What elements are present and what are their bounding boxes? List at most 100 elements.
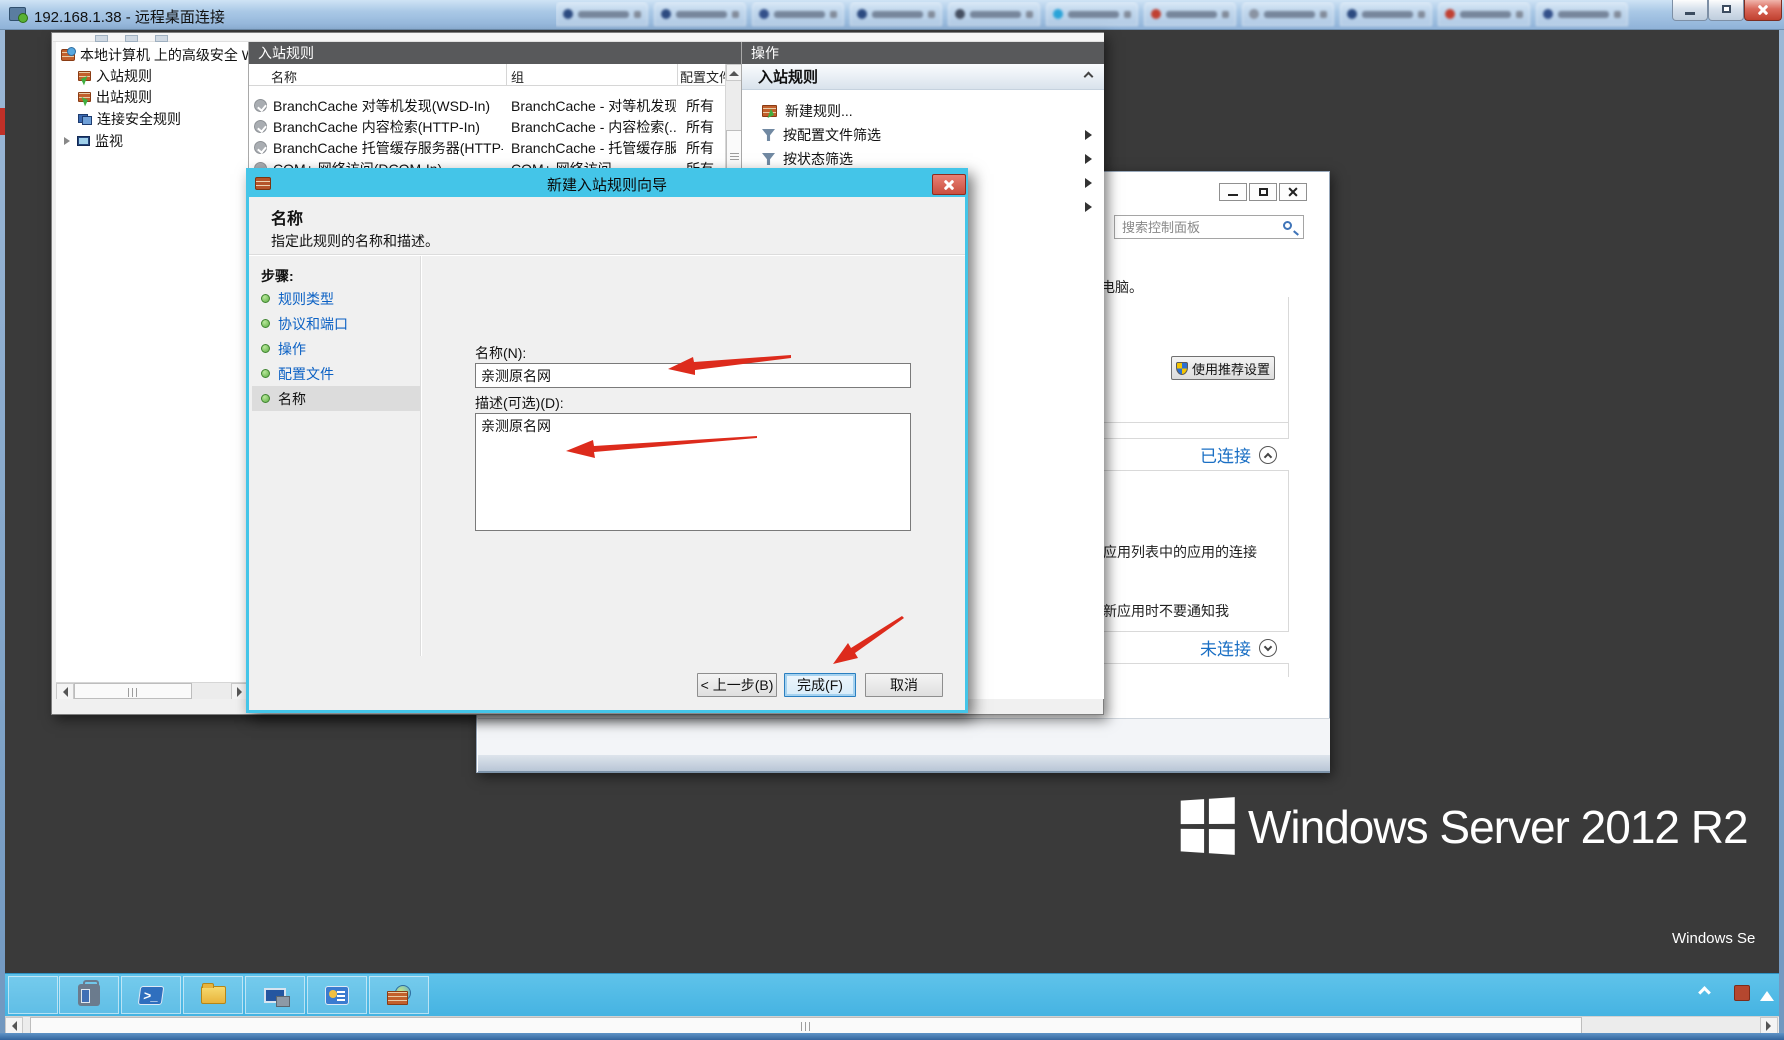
scroll-left-button[interactable] xyxy=(56,683,74,699)
tree-root-label: 本地计算机 上的高级安全 Win xyxy=(80,45,249,65)
tree-item-inbound-rules[interactable]: 入站规则 xyxy=(78,66,249,86)
tree-item-monitoring[interactable]: 监视 xyxy=(64,131,249,151)
host-right-border xyxy=(1779,30,1784,1040)
browser-tab-blurred[interactable] xyxy=(1340,2,1432,26)
browser-tab-blurred[interactable] xyxy=(752,2,844,26)
tree-item-label: 连接安全规则 xyxy=(97,109,181,129)
host-maximize-button[interactable] xyxy=(1708,0,1744,21)
browser-tab-blurred[interactable] xyxy=(1046,2,1138,26)
expander-icon[interactable] xyxy=(64,137,74,145)
action-new-rule[interactable]: 新建规则... xyxy=(742,99,1104,123)
rule-row[interactable]: BranchCache 托管缓存服务器(HTTP-In) BranchCache… xyxy=(249,137,725,158)
taskbar-firewall-console[interactable] xyxy=(369,976,429,1014)
cpl-maximize-button[interactable] xyxy=(1249,183,1277,201)
host-minimize-button[interactable] xyxy=(1672,0,1708,21)
step-bullet-icon xyxy=(261,294,270,303)
taskbar-server-manager[interactable] xyxy=(59,976,119,1014)
column-name[interactable]: 名称 xyxy=(271,67,297,86)
scrollbar-thumb[interactable] xyxy=(30,1017,1582,1034)
back-button[interactable]: < 上一步(B) xyxy=(697,673,777,697)
browser-tab-blurred[interactable] xyxy=(948,2,1040,26)
wizard-close-button[interactable] xyxy=(932,174,966,195)
action-label: 新建规则... xyxy=(785,101,853,121)
server-manager-icon xyxy=(78,984,100,1006)
rule-row[interactable]: BranchCache 内容检索(HTTP-In) BranchCache - … xyxy=(249,116,725,137)
start-button[interactable] xyxy=(8,976,58,1014)
taskbar-control-panel[interactable] xyxy=(307,976,367,1014)
scroll-up-button[interactable] xyxy=(726,64,742,81)
tree-hscrollbar[interactable] xyxy=(56,682,249,699)
new-rule-icon xyxy=(762,105,777,117)
host-close-button[interactable] xyxy=(1744,0,1782,21)
submenu-arrow-icon xyxy=(1085,178,1097,188)
submenu-arrow-icon xyxy=(1085,130,1097,140)
submenu-arrow-icon xyxy=(1085,154,1097,164)
browser-tab-blurred[interactable] xyxy=(1438,2,1530,26)
control-panel-search-input[interactable] xyxy=(1114,215,1304,239)
cpl-close-button[interactable] xyxy=(1279,183,1307,201)
toolbar-icon[interactable] xyxy=(95,35,108,42)
action-filter-by-profile[interactable]: 按配置文件筛选 xyxy=(742,123,1104,147)
scroll-right-button[interactable] xyxy=(1760,1017,1778,1034)
step-label: 名称 xyxy=(278,389,306,409)
expand-chevron-icon[interactable] xyxy=(1259,639,1277,657)
step-name-current[interactable]: 名称 xyxy=(252,386,420,411)
step-protocol-ports[interactable]: 协议和端口 xyxy=(252,311,420,336)
action-label: 按状态筛选 xyxy=(783,149,853,169)
desktop-watermark: Windows Se xyxy=(1672,930,1755,947)
finish-button[interactable]: 完成(F) xyxy=(784,673,856,697)
browser-tab-blurred[interactable] xyxy=(654,2,746,26)
rule-name: BranchCache 内容检索(HTTP-In) xyxy=(273,117,503,137)
new-inbound-rule-wizard: 新建入站规则向导 名称 指定此规则的名称和描述。 步骤: 规则类型 协议和端口 … xyxy=(246,168,968,713)
scroll-left-button[interactable] xyxy=(5,1017,23,1034)
wizard-title: 新建入站规则向导 xyxy=(547,174,667,195)
cpl-divider xyxy=(1288,297,1289,677)
tray-up-arrow-icon[interactable] xyxy=(1760,984,1774,1001)
host-hscrollbar[interactable] xyxy=(5,1016,1779,1033)
taskbar-file-explorer[interactable] xyxy=(183,976,243,1014)
column-group[interactable]: 组 xyxy=(511,67,524,86)
inbound-rules-icon xyxy=(78,71,91,81)
search-icon[interactable] xyxy=(1283,221,1292,230)
toolbar-icon[interactable] xyxy=(155,35,168,42)
browser-tab-blurred[interactable] xyxy=(1144,2,1236,26)
tree-root-node[interactable]: 本地计算机 上的高级安全 Win xyxy=(61,45,249,65)
submenu-arrow-icon xyxy=(1085,202,1097,212)
taskbar-powershell[interactable]: >_ xyxy=(121,976,181,1014)
collapse-chevron-icon[interactable] xyxy=(1259,446,1277,464)
host-left-border xyxy=(0,30,5,1040)
host-window-title: 192.168.1.38 - 远程桌面连接 xyxy=(34,6,225,27)
browser-tab-blurred[interactable] xyxy=(1536,2,1628,26)
taskbar-computer-tools[interactable] xyxy=(245,976,305,1014)
cpl-minimize-button[interactable] xyxy=(1219,183,1247,201)
rule-group: BranchCache - 对等机发现... xyxy=(511,96,676,116)
step-bullet-icon xyxy=(261,344,270,353)
tree-item-connection-security[interactable]: 连接安全规则 xyxy=(78,109,249,129)
scrollbar-thumb[interactable] xyxy=(74,683,192,699)
rule-group: BranchCache - 内容检索(... xyxy=(511,117,676,137)
step-profile[interactable]: 配置文件 xyxy=(252,361,420,386)
rule-row[interactable]: BranchCache 对等机发现(WSD-In) BranchCache - … xyxy=(249,95,725,116)
tray-notification-icon[interactable] xyxy=(1734,985,1750,1001)
browser-tab-blurred[interactable] xyxy=(556,2,648,26)
toolbar-icon[interactable] xyxy=(125,35,138,42)
outbound-rules-icon xyxy=(78,92,91,102)
column-separator[interactable] xyxy=(677,64,678,86)
step-label: 协议和端口 xyxy=(278,314,348,334)
use-recommended-settings-button[interactable]: 使用推荐设置 xyxy=(1171,356,1275,380)
column-separator[interactable] xyxy=(506,64,507,86)
server-branding-text: Windows Server 2012 R2 xyxy=(1248,800,1748,854)
browser-tab-blurred[interactable] xyxy=(1242,2,1334,26)
step-action[interactable]: 操作 xyxy=(252,336,420,361)
actions-section-inbound-rules[interactable]: 入站规则 xyxy=(742,64,1104,90)
tree-item-outbound-rules[interactable]: 出站规则 xyxy=(78,87,249,107)
cancel-button[interactable]: 取消 xyxy=(865,673,943,697)
browser-tab-blurred[interactable] xyxy=(850,2,942,26)
collapse-chevron-icon[interactable] xyxy=(1084,72,1094,82)
action-label: 按配置文件筛选 xyxy=(783,125,881,145)
rule-name-input[interactable] xyxy=(475,363,911,388)
step-label: 操作 xyxy=(278,339,306,359)
step-rule-type[interactable]: 规则类型 xyxy=(252,286,420,311)
rule-profile: 所有 xyxy=(686,96,726,116)
rule-description-textarea[interactable]: 亲测原名网 xyxy=(475,413,911,531)
